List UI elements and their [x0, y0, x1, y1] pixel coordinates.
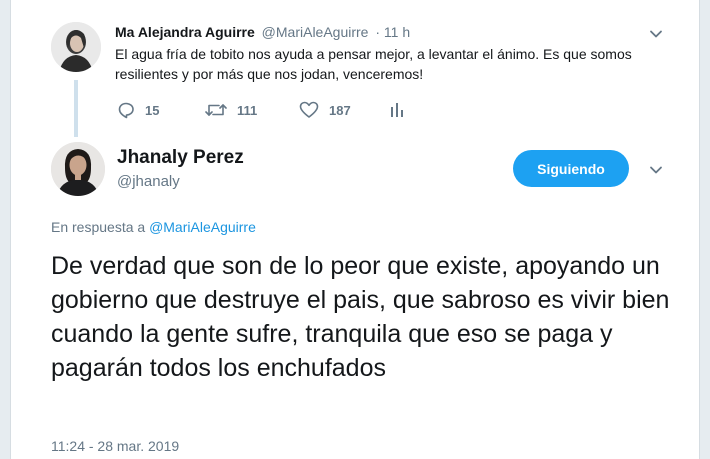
parent-tweet-header: Ma Alejandra Aguirre @MariAleAguirre · 1… — [115, 22, 410, 42]
retweet-action[interactable]: 111 — [205, 99, 257, 121]
retweet-count: 111 — [237, 102, 258, 118]
thread-connector-line — [74, 80, 78, 137]
main-tweet-text: De verdad que son de lo peor que existe,… — [51, 252, 670, 382]
reply-count: 15 — [145, 102, 160, 118]
reply-icon — [118, 102, 134, 119]
main-avatar[interactable] — [51, 142, 105, 196]
parent-avatar-image — [51, 22, 101, 72]
tweet-card: Ma Alejandra Aguirre @MariAleAguirre · 1… — [10, 0, 700, 459]
heart-icon — [299, 101, 319, 118]
main-author-handle[interactable]: @jhanaly — [117, 173, 180, 190]
main-author-name[interactable]: Jhanaly Perez — [117, 147, 244, 169]
like-action[interactable]: 187 — [299, 99, 351, 121]
parent-tweet-text: El agua fría de tobito nos ayuda a pensa… — [115, 46, 632, 82]
following-button[interactable]: Siguiendo — [513, 150, 629, 187]
analytics-icon — [391, 103, 403, 117]
chevron-down-icon[interactable] — [649, 163, 663, 177]
parent-author-name[interactable]: Ma Alejandra Aguirre — [115, 24, 255, 40]
reply-to-handle[interactable]: @MariAleAguirre — [149, 219, 256, 235]
main-avatar-image — [51, 142, 105, 196]
chevron-down-icon[interactable] — [649, 27, 663, 41]
parent-author-handle[interactable]: @MariAleAguirre — [262, 24, 369, 40]
like-count: 187 — [329, 102, 351, 118]
retweet-icon — [205, 104, 227, 116]
reply-action[interactable]: 15 — [117, 99, 159, 121]
reply-prefix: En respuesta a — [51, 219, 146, 235]
reply-context: En respuesta a @MariAleAguirre — [51, 219, 256, 235]
tweet-timestamp[interactable]: 11:24 - 28 mar. 2019 — [51, 438, 179, 454]
analytics-action[interactable] — [389, 99, 405, 121]
parent-tweet-time[interactable]: · 11 h — [375, 24, 410, 40]
parent-avatar[interactable] — [51, 22, 101, 72]
parent-tweet-actions: 15 111 187 — [117, 99, 437, 121]
